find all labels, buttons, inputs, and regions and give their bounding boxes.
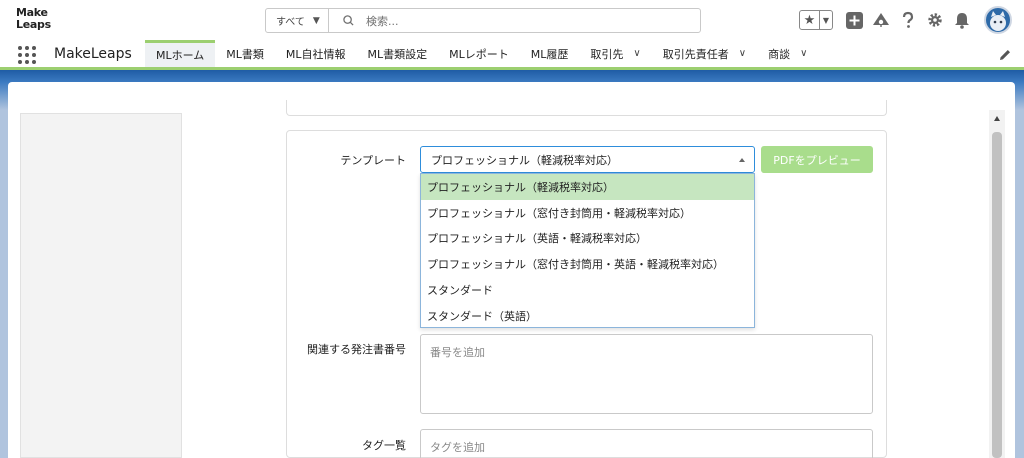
edit-nav-pencil-icon[interactable] <box>998 48 1012 62</box>
template-option[interactable]: プロフェッショナル（軽減税率対応） <box>421 174 754 200</box>
template-label: テンプレート <box>340 154 406 167</box>
chevron-down-icon[interactable]: ∨ <box>739 48 746 59</box>
logo-line-2: Leaps <box>16 18 51 31</box>
vertical-scrollbar[interactable] <box>989 110 1005 458</box>
trailhead-icon[interactable] <box>872 11 890 29</box>
tab-ml-history[interactable]: ML履歴 <box>520 40 580 67</box>
tab-label: 取引先 <box>590 47 624 61</box>
previous-section-card <box>286 100 887 116</box>
tab-opportunities[interactable]: 商談 ∨ <box>757 40 818 67</box>
template-option[interactable]: プロフェッショナル（英語・軽減税率対応） <box>421 226 754 252</box>
app-launcher-icon[interactable] <box>18 46 36 64</box>
favorites-button[interactable]: ★ ▼ <box>799 10 833 30</box>
global-create-icon[interactable] <box>845 11 863 29</box>
template-option[interactable]: スタンダード（英語） <box>421 303 754 329</box>
tags-label: タグ一覧 <box>362 439 406 452</box>
app-navigation: MakeLeaps MLホーム ML書類 ML自社情報 ML書類設定 MLレポー… <box>0 40 1024 70</box>
search-input[interactable]: 検索... <box>329 9 700 32</box>
po-number-input[interactable]: 番号を追加 <box>420 334 873 414</box>
template-option[interactable]: スタンダード <box>421 277 754 303</box>
tab-label: 取引先責任者 <box>662 47 729 61</box>
nav-tabs: MLホーム ML書類 ML自社情報 ML書類設定 MLレポート ML履歴 取引先… <box>145 40 818 67</box>
search-scope-label: すべて <box>276 17 305 28</box>
header-actions: ★ ▼ <box>799 6 1024 34</box>
search-placeholder: 検索... <box>366 14 399 28</box>
gear-icon[interactable] <box>926 11 944 29</box>
help-icon[interactable] <box>899 11 917 29</box>
tags-placeholder: タグを追加 <box>430 441 485 454</box>
scroll-up-arrow-icon[interactable] <box>994 116 1000 121</box>
tab-ml-home[interactable]: MLホーム <box>145 40 216 67</box>
chevron-down-icon[interactable]: ∨ <box>800 48 807 59</box>
template-options-list: プロフェッショナル（軽減税率対応） プロフェッショナル（窓付き封筒用・軽減税率対… <box>420 173 755 328</box>
tab-label: ML書類 <box>226 47 264 61</box>
tab-label: MLレポート <box>449 47 509 61</box>
tab-label: ML自社情報 <box>285 47 346 61</box>
global-search: すべて ▼ 検索... <box>265 8 701 33</box>
template-option[interactable]: プロフェッショナル（窓付き封筒用・英語・軽減税率対応） <box>421 251 754 277</box>
po-number-label: 関連する発注書番号 <box>307 343 406 356</box>
star-icon[interactable]: ★ <box>800 11 820 29</box>
global-header: Make Leaps すべて ▼ 検索... ★ ▼ <box>0 0 1024 40</box>
tab-ml-reports[interactable]: MLレポート <box>438 40 520 67</box>
caret-down-icon: ▼ <box>312 15 320 26</box>
po-number-placeholder: 番号を追加 <box>430 346 485 359</box>
notification-bell-icon[interactable] <box>953 11 971 29</box>
template-selected-value: プロフェッショナル（軽減税率対応） <box>431 153 618 167</box>
search-scope-select[interactable]: すべて ▼ <box>266 9 329 32</box>
chevron-down-icon[interactable]: ∨ <box>633 48 640 59</box>
makeleaps-logo[interactable]: Make Leaps <box>16 7 52 31</box>
tab-contacts[interactable]: 取引先責任者 ∨ <box>652 40 757 67</box>
favorites-dropdown-icon[interactable]: ▼ <box>820 11 832 29</box>
tab-ml-company-info[interactable]: ML自社情報 <box>275 40 357 67</box>
tab-label: ML履歴 <box>530 47 569 61</box>
user-avatar[interactable] <box>984 6 1012 34</box>
pdf-preview-button[interactable]: PDFをプレビュー <box>761 146 873 173</box>
tab-label: MLホーム <box>156 49 205 62</box>
search-icon <box>343 15 354 26</box>
app-name: MakeLeaps <box>54 46 132 62</box>
tab-label: ML書類設定 <box>367 47 428 61</box>
template-select[interactable]: プロフェッショナル（軽減税率対応） <box>420 146 755 173</box>
tab-accounts[interactable]: 取引先 ∨ <box>579 40 651 67</box>
caret-up-icon <box>739 158 745 162</box>
scrollbar-thumb[interactable] <box>992 132 1002 458</box>
left-sidebar <box>20 113 182 458</box>
template-option[interactable]: プロフェッショナル（窓付き封筒用・軽減税率対応） <box>421 200 754 226</box>
tab-ml-document-settings[interactable]: ML書類設定 <box>357 40 439 67</box>
tags-input[interactable]: タグを追加 <box>420 429 873 458</box>
tab-label: 商談 <box>768 47 791 61</box>
tab-ml-documents[interactable]: ML書類 <box>215 40 275 67</box>
